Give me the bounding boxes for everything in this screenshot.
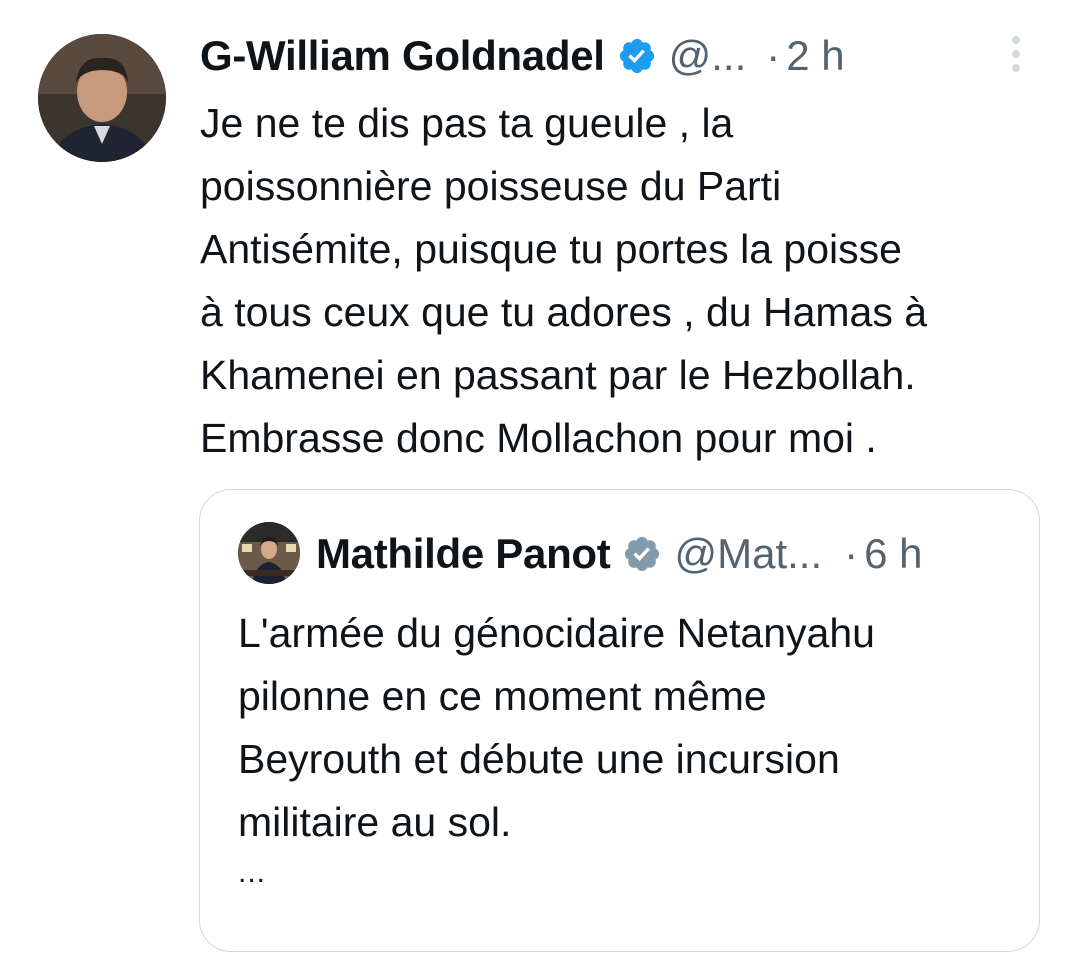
author-avatar-image [38,34,166,162]
more-vertical-icon[interactable] [1004,34,1028,74]
quoted-tweet-text: L'armée du génocidaire Netanyahu pilonne… [238,610,875,845]
quoted-tweet-truncation: ... [238,856,267,889]
quoted-author-name[interactable]: Mathilde Panot [316,530,611,578]
quoted-tweet-timestamp[interactable]: 6 h [864,530,922,578]
tweet[interactable]: G-William Goldnadel @... · 2 h Je ne te … [0,0,1080,954]
tweet-timestamp[interactable]: 2 h [786,32,844,80]
quoted-author-handle[interactable]: @Mat... [674,530,822,578]
tweet-header: G-William Goldnadel @... · 2 h [200,28,845,84]
quoted-author-avatar[interactable] [238,522,300,584]
quoted-author-avatar-image [238,522,300,584]
separator-dot: · [766,32,781,79]
verified-badge-icon[interactable] [617,36,657,76]
quoted-separator-dot: · [844,530,859,577]
author-name[interactable]: G-William Goldnadel [200,32,605,80]
author-avatar[interactable] [38,34,166,162]
author-handle[interactable]: @... [669,32,747,80]
verified-badge-gray-icon[interactable] [622,534,662,574]
tweet-text: Je ne te dis pas ta gueule , la poissonn… [200,100,928,461]
quoted-tweet-header: Mathilde Panot @Mat... · 6 h [316,526,923,582]
quoted-tweet-card[interactable]: Mathilde Panot @Mat... · 6 h L'armée du … [199,489,1040,952]
